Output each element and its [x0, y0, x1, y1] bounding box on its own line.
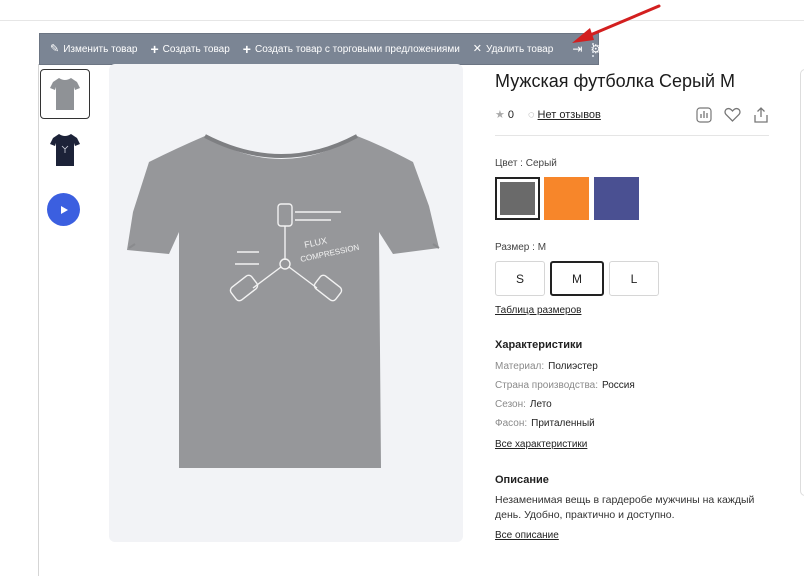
divider	[495, 135, 769, 136]
spec-row: Материал: Полиэстер	[495, 361, 598, 372]
left-divider	[38, 64, 39, 576]
description-heading: Описание	[495, 474, 549, 486]
size-table-link[interactable]: Таблица размеров	[495, 305, 581, 316]
create-product-label: Создать товар	[162, 43, 230, 55]
rating-row: ★ 0 ◌ Нет отзывов	[495, 108, 601, 122]
product-image[interactable]: FLUX COMPRESSION	[109, 64, 463, 542]
create-offers-label: Создать товар с торговыми предложениями	[254, 43, 460, 55]
description-text: Незаменимая вещь в гардеробе мужчины на …	[495, 494, 755, 521]
edit-product-button[interactable]: ✎ Изменить товар	[50, 44, 137, 55]
all-description-link[interactable]: Все описание	[495, 530, 559, 541]
annotation-arrow	[572, 4, 661, 43]
delete-product-button[interactable]: ✕ Удалить товар	[473, 44, 554, 55]
create-product-button[interactable]: + Создать товар	[150, 41, 230, 57]
spec-key: Материал:	[495, 361, 545, 372]
plus-icon: +	[150, 41, 159, 57]
size-button-l[interactable]: L	[609, 261, 659, 296]
create-product-offers-button[interactable]: + Создать товар с торговыми предложениям…	[242, 41, 460, 57]
spec-row: Фасон: Приталенный	[495, 418, 595, 429]
spec-key: Фасон:	[495, 418, 528, 429]
delete-product-label: Удалить товар	[486, 43, 554, 55]
reviews-link[interactable]: Нет отзывов	[538, 109, 601, 121]
color-swatch-fill	[594, 177, 639, 220]
spec-key: Сезон:	[495, 399, 526, 410]
navy-tshirt-thumb-icon	[50, 134, 80, 166]
spec-value: Россия	[602, 380, 635, 391]
color-swatch-blue[interactable]	[594, 177, 639, 220]
gallery-thumb-navy[interactable]	[40, 125, 90, 175]
size-button-m[interactable]: M	[550, 261, 604, 296]
spec-row: Страна производства: Россия	[495, 380, 635, 391]
color-swatch-grey[interactable]	[495, 177, 540, 220]
spec-value: Лето	[529, 399, 552, 410]
compare-icon[interactable]	[696, 107, 712, 128]
spec-value: Полиэстер	[548, 361, 598, 372]
specs-heading: Характеристики	[495, 339, 583, 351]
size-button-s[interactable]: S	[495, 261, 545, 296]
color-swatch-orange[interactable]	[544, 177, 589, 220]
spec-value: Приталенный	[531, 418, 595, 429]
product-actions	[696, 107, 781, 128]
plus-icon: +	[242, 41, 251, 57]
heart-icon[interactable]	[724, 107, 741, 128]
edit-product-label: Изменить товар	[63, 43, 138, 55]
video-play-button[interactable]	[47, 193, 80, 226]
size-label: Размер : M	[495, 242, 547, 253]
all-specs-link[interactable]: Все характеристики	[495, 439, 587, 450]
spec-row: Сезон: Лето	[495, 399, 552, 410]
share-icon[interactable]	[753, 107, 769, 128]
play-icon	[60, 205, 68, 214]
color-swatch-fill	[544, 177, 589, 220]
rating-value: 0	[507, 108, 514, 121]
admin-toolbar: ✎ Изменить товар + Создать товар + Созда…	[39, 33, 614, 65]
close-icon: ✕	[472, 43, 482, 55]
top-divider	[0, 20, 804, 21]
side-card	[800, 69, 804, 496]
spec-key: Страна производства:	[495, 380, 598, 391]
gallery-thumb-grey[interactable]	[40, 69, 90, 119]
star-icon: ★	[495, 109, 505, 121]
color-label: Цвет : Серый	[495, 158, 557, 169]
color-swatch-fill	[500, 182, 535, 215]
product-title: Мужская футболка Серый M	[495, 71, 736, 91]
pencil-icon: ✎	[50, 43, 60, 55]
comment-icon: ◌	[528, 108, 535, 121]
grey-tshirt-thumb-icon	[50, 78, 80, 110]
tshirt-image: FLUX COMPRESSION	[127, 134, 440, 468]
